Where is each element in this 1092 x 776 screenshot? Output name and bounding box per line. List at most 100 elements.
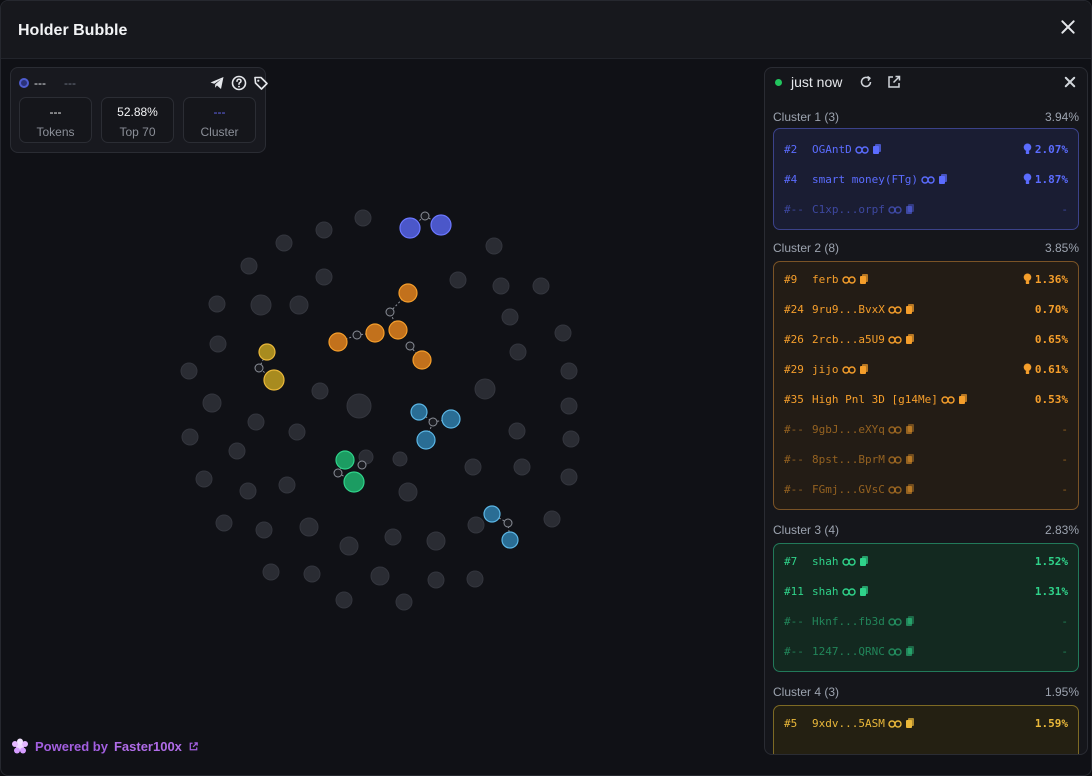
copy-icon[interactable] bbox=[905, 333, 915, 345]
copy-icon[interactable] bbox=[859, 555, 869, 567]
holder-bubble[interactable] bbox=[354, 209, 372, 227]
holder-row[interactable]: #-- FGmj...GVsC - bbox=[784, 482, 1068, 498]
link-icon[interactable] bbox=[888, 719, 902, 729]
cluster-bubble[interactable] bbox=[388, 320, 408, 340]
holder-bubble[interactable] bbox=[466, 570, 484, 588]
holder-bubble[interactable] bbox=[370, 566, 390, 586]
holder-name[interactable]: OGAntD bbox=[812, 143, 852, 156]
copy-icon[interactable] bbox=[905, 423, 915, 435]
holder-name[interactable]: 1247...QRNC bbox=[812, 645, 885, 658]
holder-bubble[interactable] bbox=[255, 521, 273, 539]
link-icon[interactable] bbox=[841, 557, 856, 567]
holder-bubble[interactable] bbox=[562, 430, 580, 448]
link-icon[interactable] bbox=[888, 335, 902, 345]
holder-bubble[interactable] bbox=[208, 295, 226, 313]
cluster-bubble[interactable] bbox=[263, 369, 285, 391]
link-icon[interactable] bbox=[888, 425, 902, 435]
holder-name[interactable]: 9xdv...5ASM bbox=[812, 717, 885, 730]
holder-bubble[interactable] bbox=[532, 277, 550, 295]
holder-name[interactable]: C1xp...orpf bbox=[812, 203, 885, 216]
holder-name[interactable]: 2rcb...a5U9 bbox=[812, 333, 885, 346]
holder-bubble[interactable] bbox=[485, 237, 503, 255]
copy-icon[interactable] bbox=[905, 203, 915, 215]
holder-row[interactable]: #-- Hknf...fb3d - bbox=[784, 614, 1068, 630]
holder-bubble[interactable] bbox=[275, 234, 293, 252]
cluster-bubble[interactable] bbox=[483, 505, 501, 523]
holder-bubble[interactable] bbox=[426, 531, 446, 551]
holder-name[interactable]: 8pst...BprM bbox=[812, 453, 885, 466]
holder-bubble[interactable] bbox=[509, 343, 527, 361]
holder-bubble[interactable] bbox=[335, 591, 353, 609]
copy-icon[interactable] bbox=[905, 645, 915, 657]
holder-bubble[interactable] bbox=[303, 565, 321, 583]
telegram-icon[interactable] bbox=[209, 75, 225, 91]
holder-bubble[interactable] bbox=[181, 428, 199, 446]
holder-bubble[interactable] bbox=[449, 271, 467, 289]
holder-bubble[interactable] bbox=[315, 221, 333, 239]
link-icon[interactable] bbox=[888, 617, 902, 627]
cluster-bubble[interactable] bbox=[328, 332, 348, 352]
holder-row[interactable]: #35 High Pnl 3D [g14Me] 0.53% bbox=[784, 392, 1068, 408]
holder-row[interactable]: #24 9ru9...BvxX 0.70% bbox=[784, 302, 1068, 318]
holder-bubble[interactable] bbox=[209, 335, 227, 353]
copy-icon[interactable] bbox=[905, 453, 915, 465]
cluster-bubble[interactable] bbox=[412, 350, 432, 370]
close-icon[interactable] bbox=[1058, 17, 1078, 37]
copy-icon[interactable] bbox=[859, 585, 869, 597]
cluster-bubble[interactable] bbox=[441, 409, 461, 429]
holder-bubble[interactable] bbox=[299, 517, 319, 537]
bubble-canvas[interactable] bbox=[1, 59, 761, 776]
powered-by-link[interactable]: Powered by Faster100x bbox=[11, 737, 199, 755]
holder-bubble[interactable] bbox=[215, 514, 233, 532]
link-icon[interactable] bbox=[841, 275, 856, 285]
holder-bubble[interactable] bbox=[508, 422, 526, 440]
holder-row[interactable]: #-- 8pst...BprM - bbox=[784, 452, 1068, 468]
holder-row[interactable]: #9 ferb 1.36% bbox=[784, 272, 1068, 288]
copy-icon[interactable] bbox=[958, 393, 968, 405]
holder-row[interactable]: #-- C1xp...orpf - bbox=[784, 202, 1068, 218]
holder-bubble[interactable] bbox=[228, 442, 246, 460]
bubble-graph[interactable] bbox=[1, 59, 761, 776]
holder-bubble[interactable] bbox=[560, 362, 578, 380]
holder-bubble[interactable] bbox=[180, 362, 198, 380]
holder-row[interactable]: #26 2rcb...a5U9 0.65% bbox=[784, 332, 1068, 348]
holder-name[interactable]: High Pnl 3D [g14Me] bbox=[812, 393, 938, 406]
holder-name[interactable]: Hknf...fb3d bbox=[812, 615, 885, 628]
holder-bubble[interactable] bbox=[427, 571, 445, 589]
holder-bubble[interactable] bbox=[395, 593, 413, 611]
holder-bubble[interactable] bbox=[247, 413, 265, 431]
holder-bubble[interactable] bbox=[560, 468, 578, 486]
link-icon[interactable] bbox=[888, 205, 902, 215]
cluster-bubble[interactable] bbox=[398, 283, 418, 303]
holder-bubble[interactable] bbox=[289, 295, 309, 315]
holder-bubble[interactable] bbox=[543, 510, 561, 528]
link-icon[interactable] bbox=[888, 305, 902, 315]
holder-bubble[interactable] bbox=[464, 458, 482, 476]
holder-bubble[interactable] bbox=[202, 393, 222, 413]
holder-bubble[interactable] bbox=[240, 257, 258, 275]
cluster-bubble[interactable] bbox=[343, 471, 365, 493]
holder-row[interactable]: #4 smart money(FTg) 1.87% bbox=[784, 172, 1068, 188]
holder-bubble[interactable] bbox=[467, 516, 485, 534]
copy-icon[interactable] bbox=[859, 363, 869, 375]
cluster-bubble[interactable] bbox=[416, 430, 436, 450]
holder-row[interactable]: #7 shah 1.52% bbox=[784, 554, 1068, 570]
holder-bubble[interactable] bbox=[278, 476, 296, 494]
refresh-icon[interactable] bbox=[859, 75, 873, 89]
holder-bubble[interactable] bbox=[346, 393, 372, 419]
holder-name[interactable]: ferb bbox=[812, 273, 839, 286]
holder-bubble[interactable] bbox=[250, 294, 272, 316]
copy-icon[interactable] bbox=[905, 615, 915, 627]
holder-name[interactable]: jijo bbox=[812, 363, 839, 376]
holder-row[interactable]: #-- 1247...QRNC - bbox=[784, 644, 1068, 660]
holder-bubble[interactable] bbox=[239, 482, 257, 500]
holder-name[interactable]: shah bbox=[812, 555, 839, 568]
holder-bubble[interactable] bbox=[311, 382, 329, 400]
holder-name[interactable]: shah bbox=[812, 585, 839, 598]
link-icon[interactable] bbox=[888, 647, 902, 657]
holder-bubble[interactable] bbox=[262, 563, 280, 581]
cluster-bubble[interactable] bbox=[410, 403, 428, 421]
holder-bubble[interactable] bbox=[554, 324, 572, 342]
holder-bubble[interactable] bbox=[513, 458, 531, 476]
holder-row[interactable]: #-- 9gbJ...eXYq - bbox=[784, 422, 1068, 438]
